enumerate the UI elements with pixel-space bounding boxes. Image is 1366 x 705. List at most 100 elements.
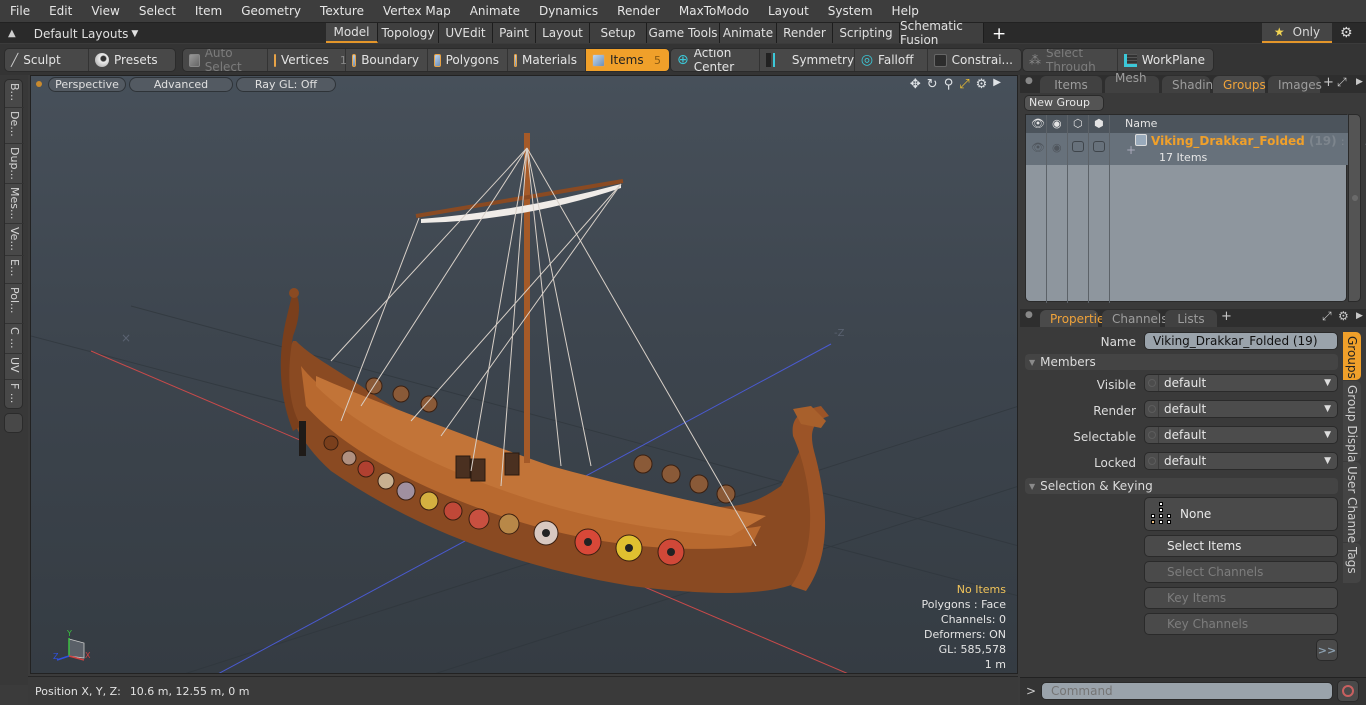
add-panel-tab-icon[interactable]: + bbox=[1323, 75, 1334, 90]
tab-animate[interactable]: Animate bbox=[720, 23, 777, 43]
visibility-column-eye-icon[interactable]: 👁 bbox=[1031, 117, 1045, 130]
left-tab-deform[interactable]: De... bbox=[5, 108, 24, 144]
row-selectable-checkbox[interactable] bbox=[1072, 141, 1084, 152]
left-tab-curve[interactable]: C ... bbox=[5, 324, 24, 354]
select-items-button[interactable]: Select Items bbox=[1144, 535, 1338, 557]
select-channels-button[interactable]: Select Channels bbox=[1144, 561, 1338, 583]
action-center-button[interactable]: ⊕ Action Center bbox=[671, 49, 760, 71]
scene-canvas[interactable]: -Z × Y Z X bbox=[31, 76, 1018, 674]
props-menu-arrow-icon[interactable]: ▶ bbox=[1356, 311, 1363, 321]
workplane-button[interactable]: WorkPlane bbox=[1118, 49, 1213, 71]
visible-radio[interactable] bbox=[1145, 375, 1159, 391]
rotate-view-icon[interactable]: ↻ bbox=[927, 77, 938, 92]
menu-dynamics[interactable]: Dynamics bbox=[529, 0, 607, 22]
tab-shading[interactable]: Shading bbox=[1162, 76, 1221, 93]
shading-dropdown[interactable]: Advanced bbox=[129, 77, 233, 92]
maximize-view-icon[interactable]: ⤢ bbox=[959, 77, 969, 92]
selectable-radio[interactable] bbox=[1145, 427, 1159, 443]
tab-lists[interactable]: Lists bbox=[1165, 310, 1217, 327]
menu-view[interactable]: View bbox=[81, 0, 128, 22]
tab-render[interactable]: Render bbox=[777, 23, 833, 43]
items-button[interactable]: Items 5 bbox=[586, 49, 669, 71]
selectable-dropdown[interactable]: default ▼ bbox=[1144, 426, 1338, 444]
tab-mesh[interactable]: Mesh ... bbox=[1105, 71, 1159, 99]
left-tab-fusion[interactable]: F ... bbox=[5, 380, 24, 408]
side-tab-groups[interactable]: Groups bbox=[1343, 332, 1361, 380]
selection-set-dropdown[interactable]: None bbox=[1144, 497, 1338, 531]
more-button[interactable]: >> bbox=[1316, 639, 1338, 661]
tab-items[interactable]: Items bbox=[1040, 76, 1102, 93]
expand-panel-icon[interactable]: ⤢ bbox=[1337, 75, 1347, 90]
tab-setup[interactable]: Setup bbox=[590, 23, 647, 43]
selection-keying-section[interactable]: ▼ Selection & Keying bbox=[1025, 478, 1338, 494]
menu-edit[interactable]: Edit bbox=[39, 0, 81, 22]
constraints-button[interactable]: Constrai... bbox=[928, 49, 1021, 71]
viewport-gear-icon[interactable]: ⚙ bbox=[976, 77, 988, 92]
view-mode-dropdown[interactable]: Perspective bbox=[48, 77, 126, 92]
tab-scripting[interactable]: Scripting bbox=[833, 23, 900, 43]
expand-props-icon[interactable]: ⤢ bbox=[1322, 309, 1332, 324]
render-radio[interactable] bbox=[1145, 401, 1159, 417]
add-tab-button[interactable]: + bbox=[984, 23, 1014, 44]
menu-item[interactable]: Item bbox=[185, 0, 231, 22]
tab-properties[interactable]: Properties bbox=[1040, 310, 1111, 327]
auto-select-button[interactable]: Auto Select bbox=[183, 49, 268, 71]
viewport-options-dot[interactable] bbox=[36, 81, 42, 87]
group-row[interactable]: 👁 ◉ + Viking_Drakkar_Folded (19) : Gr ..… bbox=[1026, 133, 1366, 165]
falloff-button[interactable]: ◎ Falloff bbox=[855, 49, 928, 71]
left-tab-edge[interactable]: E... bbox=[5, 256, 24, 284]
visible-dropdown[interactable]: default ▼ bbox=[1144, 374, 1338, 392]
render-column-camera-icon[interactable]: ◉ bbox=[1052, 117, 1062, 130]
tab-schematic-fusion[interactable]: Schematic Fusion bbox=[900, 19, 984, 47]
viewport-menu-arrow-icon[interactable]: ▶ bbox=[993, 77, 1001, 92]
menu-system[interactable]: System bbox=[818, 0, 882, 22]
row-render-camera-icon[interactable]: ◉ bbox=[1052, 141, 1062, 154]
menu-file[interactable]: File bbox=[0, 0, 39, 22]
record-macro-button[interactable] bbox=[1337, 680, 1359, 702]
locked-radio[interactable] bbox=[1145, 453, 1159, 469]
only-toggle[interactable]: ★ Only bbox=[1262, 23, 1332, 43]
layouts-dropdown[interactable]: ▲ Default Layouts ▼ bbox=[8, 23, 138, 44]
row-lock-checkbox[interactable] bbox=[1093, 141, 1105, 152]
group-name-input[interactable]: Viking_Drakkar_Folded (19) bbox=[1144, 332, 1338, 350]
menu-animate[interactable]: Animate bbox=[460, 0, 529, 22]
menu-vertex-map[interactable]: Vertex Map bbox=[373, 0, 460, 22]
side-tab-tags[interactable]: Tags bbox=[1343, 543, 1361, 583]
viking-ship-model[interactable] bbox=[280, 133, 829, 593]
left-tab-basic[interactable]: B... bbox=[5, 80, 24, 108]
tab-topology[interactable]: Topology bbox=[378, 23, 439, 43]
tab-paint[interactable]: Paint bbox=[493, 23, 536, 43]
locked-dropdown[interactable]: default ▼ bbox=[1144, 452, 1338, 470]
selectable-column-cube-icon[interactable]: ⬡ bbox=[1073, 117, 1083, 130]
props-gear-icon[interactable]: ⚙ bbox=[1338, 309, 1349, 323]
tab-model[interactable]: Model bbox=[326, 23, 378, 43]
left-tab-polygon[interactable]: Pol... bbox=[5, 284, 24, 324]
move-view-icon[interactable]: ✥ bbox=[910, 77, 921, 92]
members-section[interactable]: ▼ Members bbox=[1025, 354, 1338, 370]
groups-scrollbar[interactable] bbox=[1348, 114, 1361, 302]
render-dropdown[interactable]: default ▼ bbox=[1144, 400, 1338, 418]
side-tab-user-channels[interactable]: User Channels bbox=[1343, 462, 1361, 553]
key-channels-button[interactable]: Key Channels bbox=[1144, 613, 1338, 635]
add-props-tab-icon[interactable]: + bbox=[1221, 309, 1232, 324]
menu-maxtomodo[interactable]: MaxToModo bbox=[669, 0, 758, 22]
menu-layout[interactable]: Layout bbox=[758, 0, 818, 22]
scroll-handle[interactable] bbox=[1352, 195, 1358, 201]
tab-channels[interactable]: Channels bbox=[1102, 310, 1168, 327]
left-tab-mesh-edit[interactable]: Mes... bbox=[5, 184, 24, 224]
menu-geometry[interactable]: Geometry bbox=[231, 0, 310, 22]
menu-select[interactable]: Select bbox=[129, 0, 185, 22]
panel-menu-arrow-icon[interactable]: ▶ bbox=[1356, 77, 1363, 87]
tab-images[interactable]: Images bbox=[1268, 76, 1322, 93]
vertices-button[interactable]: Vertices 1 bbox=[268, 49, 347, 71]
select-through-button[interactable]: ⁂ Select Through bbox=[1023, 49, 1118, 71]
name-column-header[interactable]: Name bbox=[1125, 117, 1157, 130]
key-items-button[interactable]: Key Items bbox=[1144, 587, 1338, 609]
sculpt-button[interactable]: ╱ Sculpt bbox=[5, 49, 89, 71]
row-visibility-eye-icon[interactable]: 👁 bbox=[1031, 141, 1045, 154]
tab-uvedit[interactable]: UVEdit bbox=[439, 23, 493, 43]
raygl-toggle[interactable]: Ray GL: Off bbox=[236, 77, 336, 92]
tab-layout[interactable]: Layout bbox=[536, 23, 590, 43]
polygons-button[interactable]: Polygons bbox=[428, 49, 508, 71]
materials-button[interactable]: Materials bbox=[508, 49, 586, 71]
